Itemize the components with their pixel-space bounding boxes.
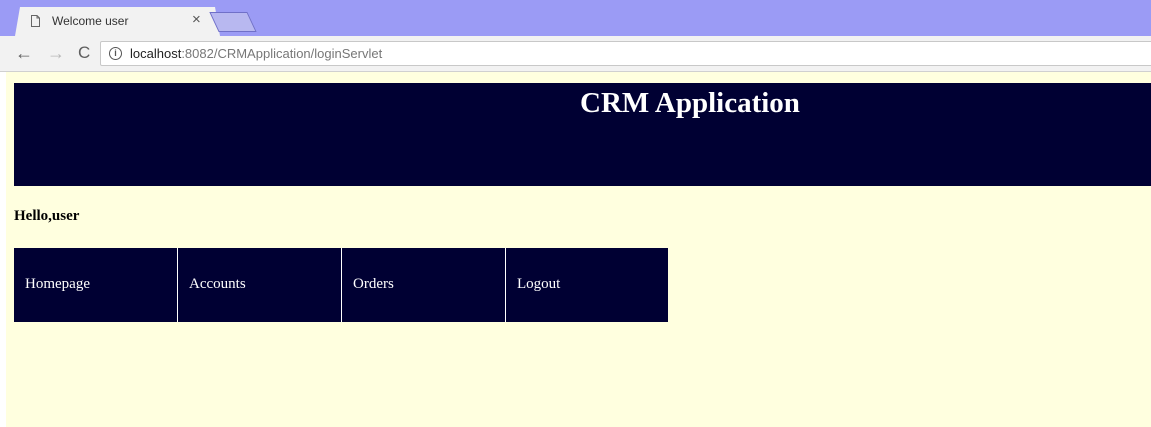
- url-path: :8082/CRMApplication/loginServlet: [181, 46, 383, 61]
- tab-strip: Welcome user ×: [0, 0, 1151, 36]
- new-tab-button[interactable]: [209, 12, 257, 32]
- viewport-edge: [0, 72, 6, 427]
- forward-arrow-icon[interactable]: →: [47, 43, 65, 63]
- close-tab-icon[interactable]: ×: [192, 12, 201, 28]
- url-text: localhost:8082/CRMApplication/loginServl…: [130, 46, 382, 61]
- menu-item-label: Accounts: [189, 276, 246, 292]
- nav-menu: Homepage Accounts Orders Logout: [14, 248, 668, 322]
- reload-icon[interactable]: C: [78, 43, 90, 63]
- url-host: localhost: [130, 46, 182, 61]
- browser-toolbar: ← → C i localhost:8082/CRMApplication/lo…: [0, 36, 1151, 72]
- menu-item-label: Logout: [517, 276, 561, 292]
- menu-item-orders[interactable]: Orders: [342, 248, 506, 322]
- user-greeting: Hello,user: [14, 208, 80, 224]
- tab-title: Welcome user: [52, 14, 129, 28]
- menu-item-homepage[interactable]: Homepage: [14, 248, 178, 322]
- browser-tab[interactable]: Welcome user ×: [15, 7, 220, 36]
- menu-item-accounts[interactable]: Accounts: [178, 248, 342, 322]
- menu-item-label: Homepage: [25, 276, 90, 292]
- back-arrow-icon[interactable]: ←: [15, 43, 33, 63]
- page-header: CRM Application: [14, 83, 1151, 186]
- page-viewport: CRM Application Hello,user Homepage Acco…: [0, 72, 1151, 427]
- info-icon[interactable]: i: [109, 47, 122, 60]
- menu-item-logout[interactable]: Logout: [506, 248, 668, 322]
- document-icon: [31, 15, 40, 27]
- menu-item-label: Orders: [353, 276, 394, 292]
- address-bar[interactable]: i localhost:8082/CRMApplication/loginSer…: [100, 41, 1151, 66]
- page-title: CRM Application: [580, 87, 800, 119]
